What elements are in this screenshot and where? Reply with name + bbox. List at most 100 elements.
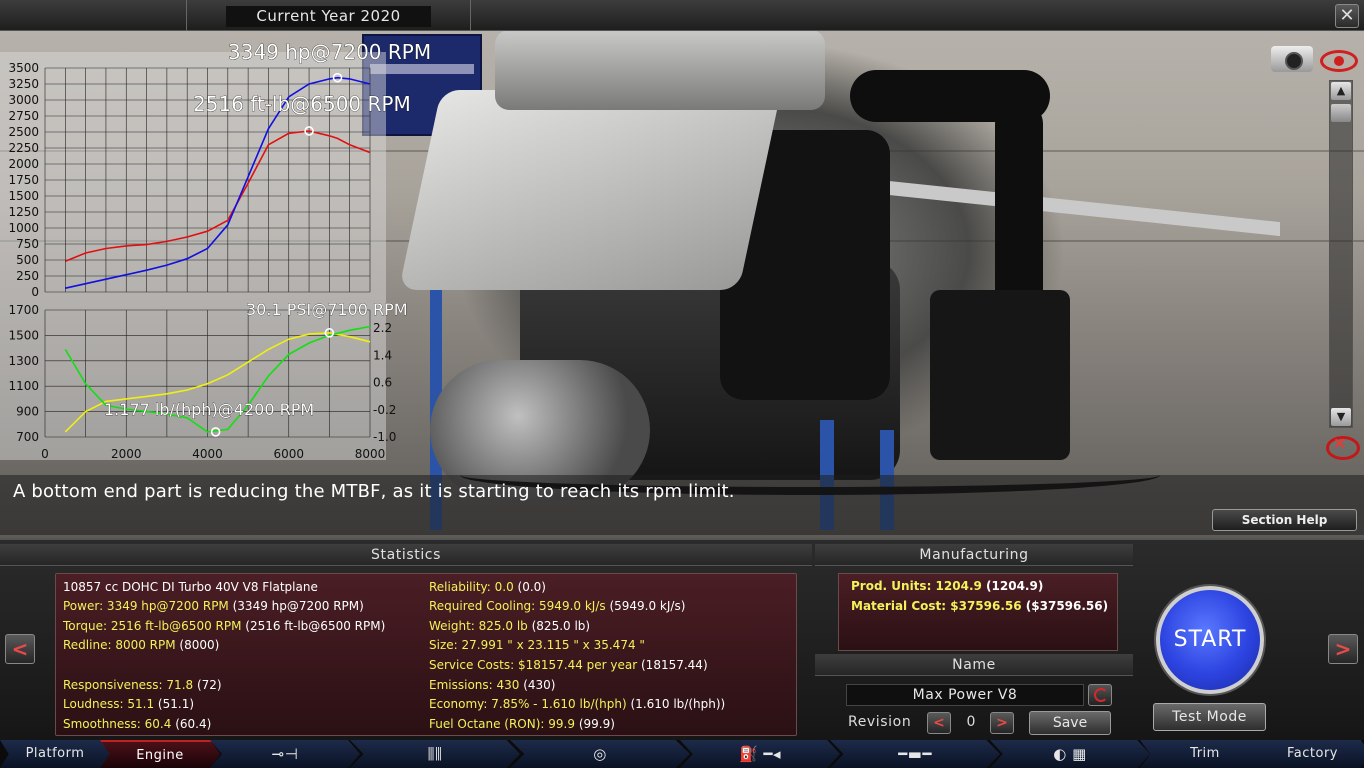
stat-economy: Economy: 7.85% - 1.610 lb/(hph) (1.610 l… <box>429 697 726 711</box>
crankshaft-icon: ⊸⊣ <box>271 745 299 763</box>
revision-value: 0 <box>966 714 976 730</box>
stat-required-cooling: Required Cooling: 5949.0 kJ/s (5949.0 kJ… <box>429 599 686 613</box>
valve-cover <box>398 90 782 290</box>
y-left-tick-label: 1500 <box>8 328 39 342</box>
stat-power: Power: 3349 hp@7200 RPM (3349 hp@7200 RP… <box>63 599 364 613</box>
intake-manifold <box>495 30 825 110</box>
workbench <box>860 177 1280 237</box>
y-tick-label: 750 <box>16 237 39 251</box>
status-message: A bottom end part is reducing the MTBF, … <box>13 481 735 502</box>
bottom-nav: Platform Engine ⊸⊣ ⫼⫼ ◎ ⛽ ━◂ ━▬━ ◐ ▦ Tri… <box>0 740 1364 768</box>
tab-tune[interactable]: ◐ ▦ <box>990 740 1150 768</box>
boost-annotation: 30.1 PSI@7100 RPM <box>246 300 408 319</box>
y-right-tick-label: 1.4 <box>373 348 392 362</box>
manufacturing-heading: Manufacturing <box>815 544 1133 566</box>
revision-increment-button[interactable]: > <box>990 712 1014 734</box>
y-tick-label: 1000 <box>8 221 39 235</box>
x-tick-label: 2000 <box>111 447 142 461</box>
stat-weight: Weight: 825.0 lb (825.0 lb) <box>429 619 591 633</box>
app-root: Current Year 2020 ✕ ▲ ▼ 3500 3250 3000 2750… <box>0 0 1364 768</box>
engine-name-input[interactable]: Max Power V8 <box>846 684 1084 706</box>
y-tick-label: 2500 <box>8 125 39 139</box>
revision-decrement-button[interactable]: < <box>927 712 951 734</box>
zoom-scrollbar[interactable] <box>1329 80 1353 428</box>
y-tick-label: 3250 <box>8 77 39 91</box>
tab-turbo[interactable]: ◎ <box>510 740 690 768</box>
torque-annotation: 2516 ft-lb@6500 RPM <box>193 92 411 116</box>
y-right-tick-label: 0.6 <box>373 376 392 390</box>
tab-exhaust[interactable]: ━▬━ <box>830 740 1000 768</box>
stat-service-costs: Service Costs: $18157.44 per year (18157… <box>429 658 708 672</box>
statistics-heading: Statistics <box>0 544 812 566</box>
y-tick-label: 1500 <box>8 189 39 203</box>
manufacturing-box: Prod. Units: 1204.9 (1204.9) Material Co… <box>838 573 1118 651</box>
power-annotation: 3349 hp@7200 RPM <box>228 40 431 64</box>
stat-torque: Torque: 2516 ft-lb@6500 RPM (2516 ft-lb@… <box>63 619 386 633</box>
y-left-tick-label: 1300 <box>8 354 39 368</box>
scroll-up-button[interactable]: ▲ <box>1331 82 1351 100</box>
scroll-thumb[interactable] <box>1331 104 1351 122</box>
bottom-panel: Statistics Manufacturing Name < > 10857 … <box>0 538 1364 740</box>
tab-heads[interactable]: ⫼⫼ <box>350 740 520 768</box>
x-tick-label: 6000 <box>273 447 304 461</box>
y-tick-label: 1250 <box>8 205 39 219</box>
x-tick-label: 4000 <box>192 447 223 461</box>
y-tick-label: 250 <box>16 269 39 283</box>
y-tick-label: 3000 <box>8 93 39 107</box>
y-right-tick-label: 2.2 <box>373 321 392 335</box>
intercooler-box <box>930 290 1070 460</box>
tab-trim[interactable]: Trim <box>1140 740 1270 768</box>
x-tick-label: 8000 <box>355 447 386 461</box>
y-tick-label: 2750 <box>8 109 39 123</box>
camera-icon[interactable] <box>1271 46 1313 72</box>
prev-section-button[interactable]: < <box>5 634 35 664</box>
stat-fuel-octane: Fuel Octane (RON): 99.9 (99.9) <box>429 717 615 731</box>
y-tick-label: 1750 <box>8 173 39 187</box>
tab-factory[interactable]: Factory <box>1255 740 1364 768</box>
stat-emissions: Emissions: 430 (430) <box>429 678 556 692</box>
y-tick-label: 500 <box>16 253 39 267</box>
start-button[interactable]: START <box>1156 586 1264 694</box>
y-left-tick-label: 1100 <box>8 379 39 393</box>
y-tick-label: 2000 <box>8 157 39 171</box>
top-bar: Current Year 2020 ✕ <box>0 0 1364 31</box>
stat-redline: Redline: 8000 RPM (8000) <box>63 638 220 652</box>
tab-platform[interactable]: Platform <box>0 740 110 768</box>
dyno-charts: 3500325030002750250022502000175015001250… <box>8 40 431 461</box>
xray-toggle-icon[interactable] <box>1322 432 1360 460</box>
tuning-icon: ◐ ▦ <box>1053 745 1087 763</box>
tab-engine[interactable]: Engine <box>100 740 220 768</box>
y-tick-label: 0 <box>31 285 39 299</box>
save-button[interactable]: Save <box>1029 711 1111 735</box>
engine-description: 10857 cc DOHC DI Turbo 40V V8 Flatplane <box>63 580 318 594</box>
eye-icon[interactable] <box>1320 50 1358 72</box>
scroll-down-button[interactable]: ▼ <box>1331 408 1351 426</box>
y-tick-label: 2250 <box>8 141 39 155</box>
next-section-button[interactable]: > <box>1328 634 1358 664</box>
close-button[interactable]: ✕ <box>1335 4 1359 28</box>
fuel-system-icon: ⛽ ━◂ <box>738 745 781 763</box>
x-tick-label: 0 <box>41 447 49 461</box>
tab-fuel[interactable]: ⛽ ━◂ <box>680 740 840 768</box>
y-left-tick-label: 700 <box>16 430 39 444</box>
message-bar: A bottom end part is reducing the MTBF, … <box>0 475 1364 535</box>
stat-reliability: Reliability: 0.0 (0.0) <box>429 580 546 594</box>
stat-size: Size: 27.991 " x 23.115 " x 35.474 " <box>429 638 645 652</box>
y-right-tick-label: -0.2 <box>373 403 396 417</box>
material-cost: Material Cost: $37596.56 ($37596.56) <box>851 599 1109 613</box>
y-tick-label: 3500 <box>8 61 39 75</box>
valvetrain-icon: ⫼⫼ <box>427 745 443 763</box>
turbo-icon: ◎ <box>593 745 607 763</box>
tab-crank[interactable]: ⊸⊣ <box>210 740 360 768</box>
test-mode-button[interactable]: Test Mode <box>1153 703 1266 731</box>
economy-annotation: 1.177 lb/(hph)@4200 RPM <box>104 400 314 419</box>
statistics-box: 10857 cc DOHC DI Turbo 40V V8 Flatplane … <box>55 573 797 736</box>
section-help-button[interactable]: Section Help <box>1212 509 1357 531</box>
stat-smoothness: Smoothness: 60.4 (60.4) <box>63 717 212 731</box>
stat-responsiveness: Responsiveness: 71.8 (72) <box>63 678 222 692</box>
name-heading: Name <box>815 654 1133 676</box>
prod-units: Prod. Units: 1204.9 (1204.9) <box>851 579 1044 593</box>
intake-pipe-vertical <box>995 100 1043 320</box>
refresh-name-icon[interactable] <box>1088 684 1112 706</box>
exhaust-icon: ━▬━ <box>898 745 932 763</box>
